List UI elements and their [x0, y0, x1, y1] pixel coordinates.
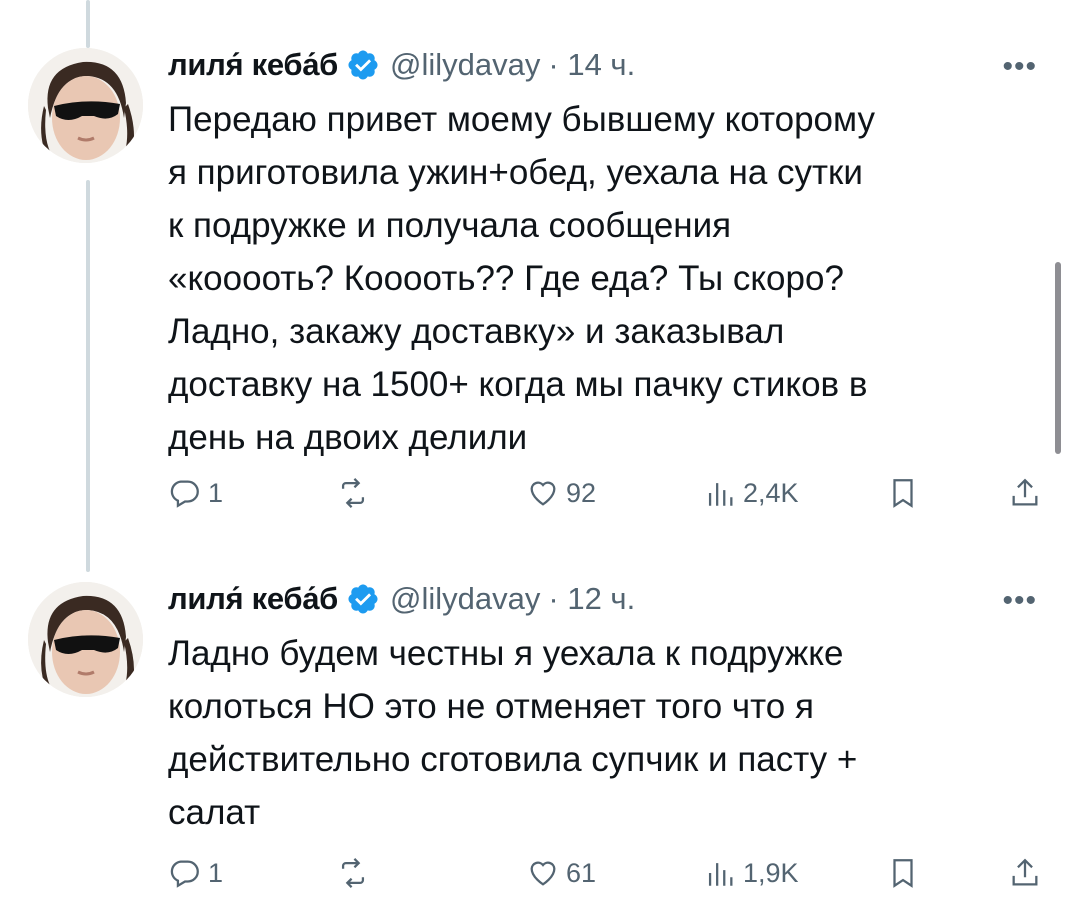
author-handle[interactable]: @lilydavay [390, 47, 540, 83]
tweet[interactable]: лиля́ кеба́б @lilydavay · 14 ч. ••• Пере… [0, 0, 1071, 560]
timestamp[interactable]: · 14 ч. [548, 47, 635, 83]
retweet-icon [341, 478, 365, 508]
retweet-button[interactable] [336, 856, 376, 890]
share-button[interactable] [1008, 476, 1048, 510]
action-bar: 1 61 1,9K [168, 856, 1048, 900]
like-button[interactable]: 61 [526, 856, 596, 890]
retweet-icon [341, 858, 365, 888]
tweet-header: лиля́ кеба́б @lilydavay · 14 ч. [168, 40, 635, 90]
author-name[interactable]: лиля́ кеба́б [168, 581, 338, 617]
reply-icon [170, 480, 199, 508]
bookmark-button[interactable] [886, 856, 926, 890]
heart-icon [530, 481, 556, 506]
share-icon [1012, 858, 1038, 886]
verified-badge-icon [346, 582, 380, 616]
views-count: 1,9K [743, 857, 799, 888]
tweet-header: лиля́ кеба́б @lilydavay · 12 ч. [168, 574, 635, 624]
reply-count: 1 [208, 857, 224, 888]
reply-icon [170, 860, 199, 888]
bookmark-icon [893, 479, 913, 508]
views-button[interactable]: 1,9K [703, 856, 799, 890]
reply-button[interactable]: 1 [168, 476, 223, 510]
views-icon [708, 483, 733, 506]
views-icon [708, 863, 733, 886]
views-button[interactable]: 2,4K [703, 476, 799, 510]
bookmark-icon [893, 859, 913, 888]
timestamp[interactable]: · 12 ч. [548, 581, 635, 617]
share-button[interactable] [1008, 856, 1048, 890]
retweet-button[interactable] [336, 476, 376, 510]
tweet-text: Передаю привет моему бывшему которому я … [168, 100, 875, 457]
bookmark-button[interactable] [886, 476, 926, 510]
more-options-icon[interactable]: ••• [1002, 50, 1037, 84]
avatar[interactable] [28, 48, 143, 163]
author-name[interactable]: лиля́ кеба́б [168, 47, 338, 83]
reply-button[interactable]: 1 [168, 856, 223, 890]
action-bar: 1 92 2,4K [168, 476, 1048, 520]
scrollbar[interactable] [1055, 262, 1061, 454]
like-button[interactable]: 92 [526, 476, 596, 510]
views-count: 2,4K [743, 477, 799, 508]
verified-badge-icon [346, 48, 380, 82]
reply-count: 1 [208, 477, 224, 508]
heart-icon [530, 861, 556, 886]
tweet[interactable]: лиля́ кеба́б @lilydavay · 12 ч. ••• Ладн… [0, 560, 1071, 915]
like-count: 92 [566, 477, 597, 508]
tweet-text: Ладно будем честны я уехала к подружке к… [168, 634, 858, 832]
more-options-icon[interactable]: ••• [1002, 584, 1037, 618]
author-handle[interactable]: @lilydavay [390, 581, 540, 617]
avatar[interactable] [28, 582, 143, 697]
share-icon [1012, 478, 1038, 506]
like-count: 61 [566, 857, 597, 888]
